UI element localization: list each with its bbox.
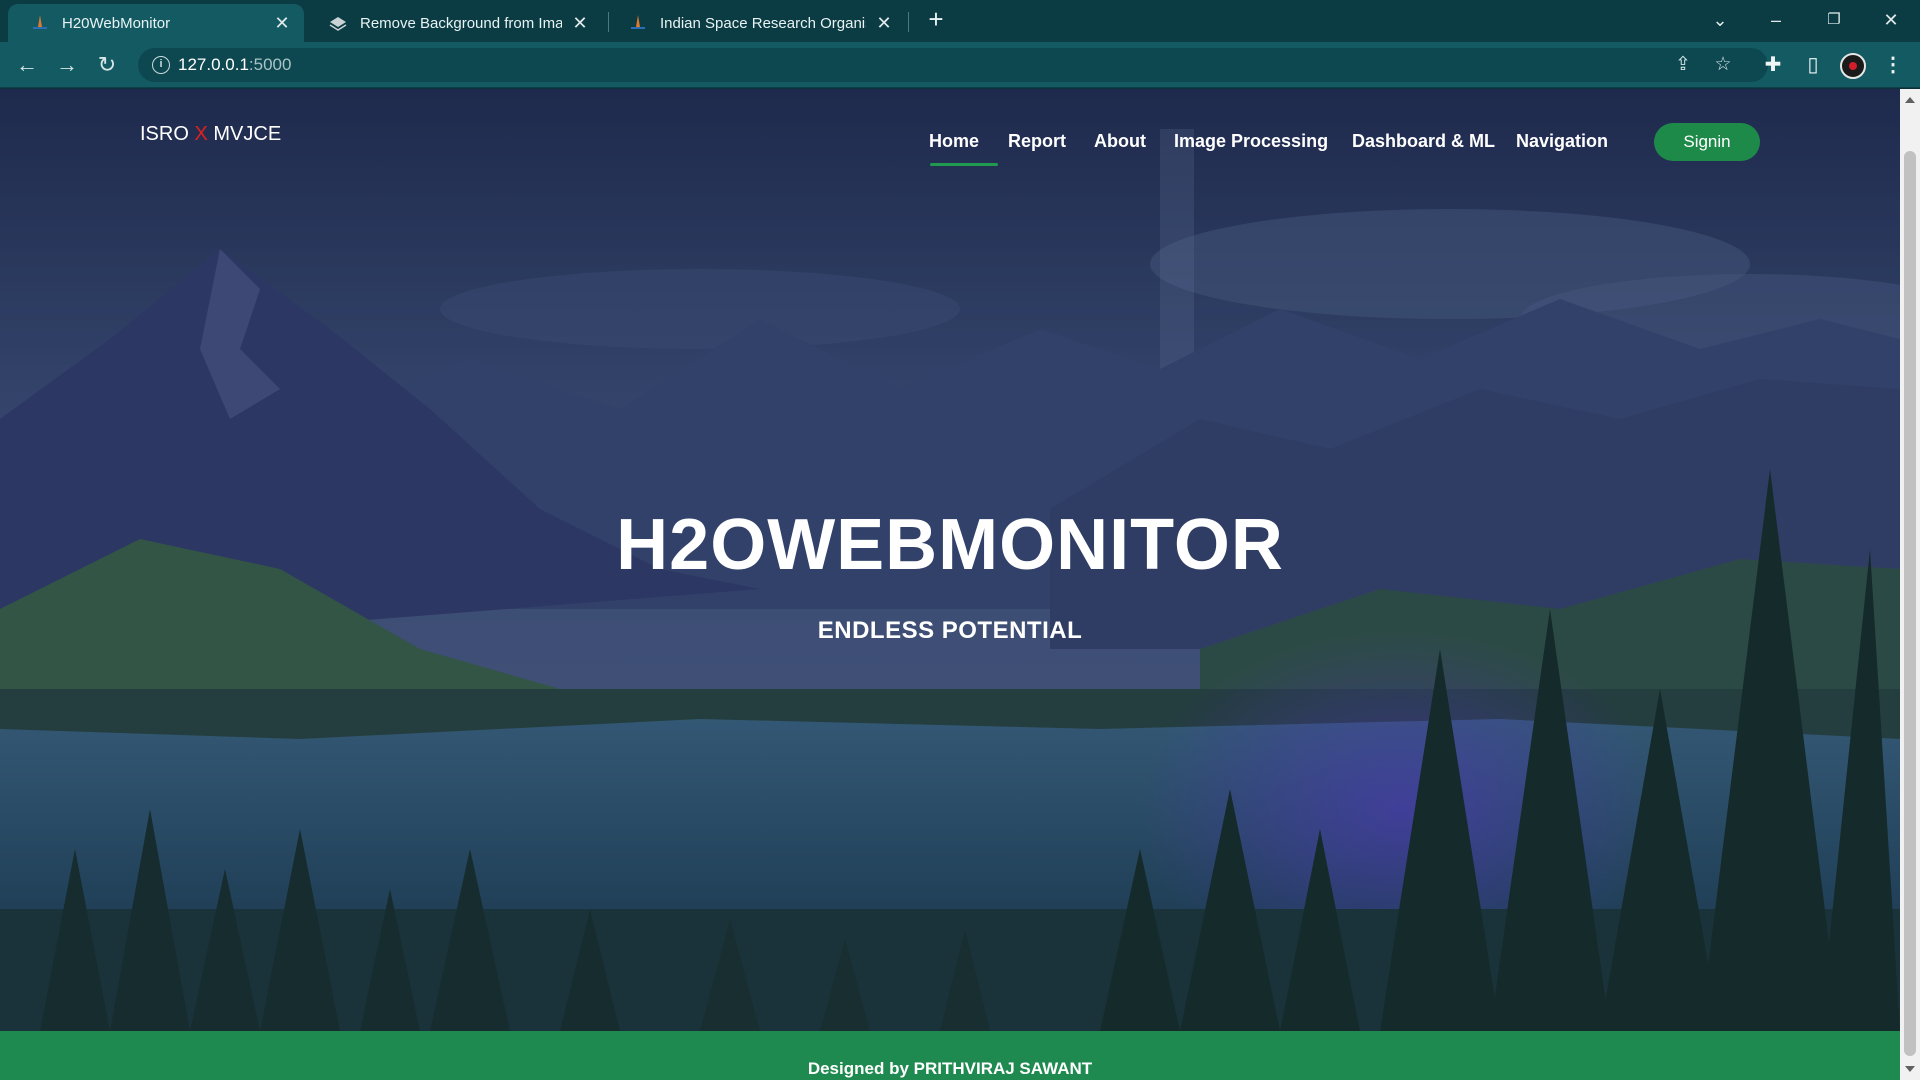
tab-title: Indian Space Research Organisati (660, 14, 866, 32)
nav-navigation[interactable]: Navigation (1516, 131, 1608, 152)
signin-button[interactable]: Signin (1654, 123, 1760, 161)
scroll-up-arrow-icon[interactable] (1905, 97, 1915, 103)
page-scrollbar[interactable] (1900, 89, 1920, 1080)
close-tab-icon[interactable]: ✕ (570, 13, 590, 34)
share-icon[interactable]: ⇪ (1672, 54, 1694, 76)
tab-remove-background[interactable]: Remove Background from Image ✕ (306, 4, 602, 42)
layers-favicon-icon (329, 17, 347, 31)
browser-toolbar: ← → ↻ i 127.0.0.1:5000 ⇪ ☆ ✚ ▯ ⋮ (0, 42, 1920, 88)
page-viewport: ISRO X MVJCE Home Report About Image Pro… (0, 89, 1900, 1080)
tab-separator (908, 12, 909, 32)
scrollbar-thumb[interactable] (1904, 151, 1916, 1056)
hero-subtitle: ENDLESS POTENTIAL (817, 617, 1083, 644)
side-panel-icon[interactable]: ▯ (1800, 52, 1826, 78)
footer-credit: Designed by PRITHVIRAJ SAWANT (807, 1059, 1093, 1078)
nav-about[interactable]: About (1094, 131, 1146, 152)
url-text: 127.0.0.1:5000 (178, 55, 292, 74)
forward-icon[interactable]: → (52, 50, 82, 80)
address-bar[interactable]: i 127.0.0.1:5000 ⇪ ☆ (138, 48, 1768, 82)
footer: Designed by PRITHVIRAJ SAWANT (0, 1031, 1900, 1080)
star-icon[interactable]: ☆ (1712, 54, 1734, 76)
tab-h20webmonitor[interactable]: H20WebMonitor ✕ (8, 4, 304, 42)
menu-icon[interactable]: ⋮ (1880, 52, 1906, 78)
reload-icon[interactable]: ↻ (92, 50, 122, 80)
close-tab-icon[interactable]: ✕ (874, 13, 894, 34)
minimize-icon[interactable]: – (1762, 6, 1790, 34)
nav-dashboard-ml[interactable]: Dashboard & ML (1352, 131, 1495, 152)
tab-isro[interactable]: Indian Space Research Organisati ✕ (606, 4, 906, 42)
isro-favicon-icon (33, 15, 47, 29)
tab-strip: H20WebMonitor ✕ Remove Background from I… (0, 0, 1920, 42)
nav-active-indicator (930, 163, 998, 166)
nav-report[interactable]: Report (1008, 131, 1066, 152)
hero-section: ISRO X MVJCE Home Report About Image Pro… (0, 89, 1900, 1031)
tab-title: H20WebMonitor (62, 14, 171, 32)
isro-favicon-icon (631, 15, 645, 29)
site-info-icon[interactable]: i (152, 56, 170, 74)
tab-title: Remove Background from Image (360, 14, 562, 32)
nav-home[interactable]: Home (929, 131, 979, 152)
site-brand[interactable]: ISRO X MVJCE (140, 123, 281, 146)
close-icon[interactable]: ✕ (1877, 6, 1905, 34)
scroll-down-arrow-icon[interactable] (1905, 1066, 1915, 1072)
tab-search-icon[interactable]: ⌄ (1706, 6, 1734, 34)
plus-icon[interactable]: + (922, 6, 950, 34)
profile-avatar[interactable] (1840, 53, 1866, 79)
restore-icon[interactable]: ❐ (1820, 6, 1848, 34)
nav-image-processing[interactable]: Image Processing (1174, 131, 1328, 152)
hero-title: H2OWEBMONITOR (616, 505, 1284, 585)
close-tab-icon[interactable]: ✕ (272, 13, 292, 34)
extensions-icon[interactable]: ✚ (1760, 52, 1786, 78)
brand-x: X (194, 123, 208, 145)
back-icon[interactable]: ← (12, 50, 42, 80)
